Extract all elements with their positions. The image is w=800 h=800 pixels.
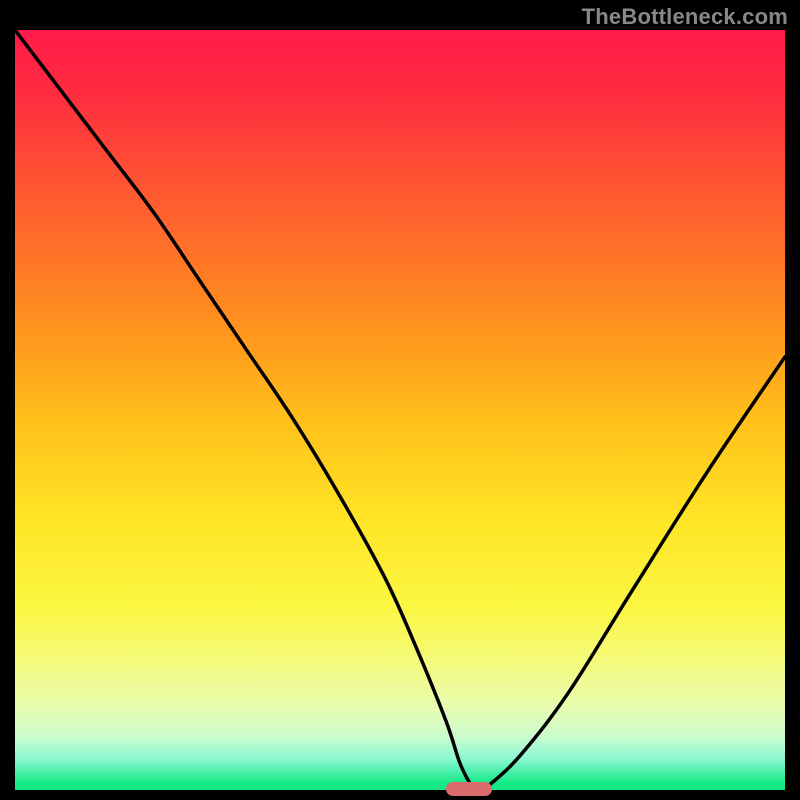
watermark-text: TheBottleneck.com (582, 4, 788, 30)
optimum-marker (446, 782, 492, 796)
chart-background-gradient (15, 30, 785, 790)
chart-plot-area (15, 30, 785, 790)
